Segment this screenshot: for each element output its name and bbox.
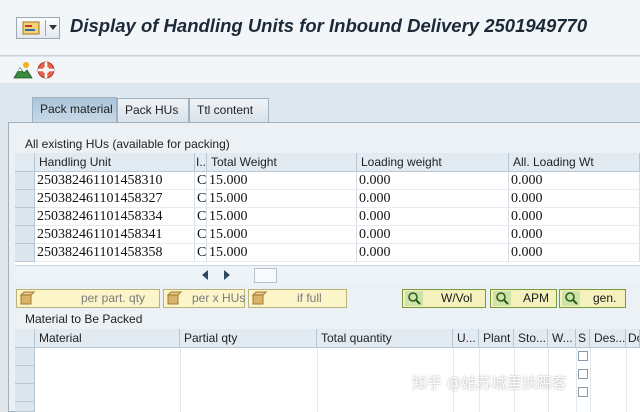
column-header-unit[interactable]: U... [453, 329, 479, 348]
table-cell-total-weight: 15.000 [207, 208, 357, 226]
mountain-icon[interactable] [13, 60, 33, 80]
column-divider [576, 348, 577, 412]
pack-per-part-qty-button[interactable]: per part. qty [16, 289, 160, 308]
table-cell-total-weight: 15.000 [207, 190, 357, 208]
column-header-plant[interactable]: Plant [479, 329, 514, 348]
tab-pack-material[interactable]: Pack material [32, 97, 117, 123]
scroll-right-icon[interactable] [224, 270, 230, 280]
row-selector[interactable] [15, 348, 35, 366]
table-cell-hu[interactable]: 250382461101458327 [35, 190, 195, 208]
lifebuoy-icon[interactable] [36, 60, 56, 80]
scroll-left-icon[interactable] [202, 270, 208, 280]
select-all-column[interactable] [15, 153, 35, 172]
column-header-storage-location[interactable]: Sto... [514, 329, 548, 348]
column-header-handling-unit[interactable]: Handling Unit [35, 153, 195, 172]
row-selector[interactable] [15, 244, 35, 262]
row-selector[interactable] [15, 384, 35, 402]
column-header-material[interactable]: Material [35, 329, 180, 348]
package-icon [251, 291, 268, 305]
magnifier-icon [405, 291, 423, 306]
pack-if-full-button[interactable]: if full [248, 289, 347, 308]
title-bar: Display of Handling Units for Inbound De… [0, 0, 640, 56]
table-cell-allowed-loading-weight: 0.000 [509, 244, 640, 262]
row-selector[interactable] [15, 226, 35, 244]
table-cell-i: C [195, 244, 207, 262]
table-cell-loading-weight: 0.000 [357, 244, 509, 262]
menu-separator [45, 20, 46, 36]
column-divider [317, 348, 318, 412]
row-selector[interactable] [15, 172, 35, 190]
column-divider [180, 348, 181, 412]
chevron-down-icon [49, 25, 57, 30]
system-menu-button[interactable] [16, 17, 60, 39]
table-cell-i: C [195, 208, 207, 226]
pack-gen-button[interactable]: gen. [559, 289, 626, 308]
checkbox[interactable] [578, 369, 588, 379]
material-table: Material Partial qty Total quantity U...… [15, 329, 640, 412]
table-cell-allowed-loading-weight: 0.000 [509, 208, 640, 226]
table-cell-hu[interactable]: 250382461101458334 [35, 208, 195, 226]
table-cell-total-weight: 15.000 [207, 244, 357, 262]
table-cell-hu[interactable]: 250382461101458358 [35, 244, 195, 262]
table-cell-i: C [195, 172, 207, 190]
table-cell-loading-weight: 0.000 [357, 172, 509, 190]
hu-section-title: All existing HUs (available for packing) [25, 137, 230, 151]
tab-pack-hus[interactable]: Pack HUs [117, 98, 189, 122]
column-header-total-quantity[interactable]: Total quantity [317, 329, 453, 348]
table-cell-i: C [195, 190, 207, 208]
table-cell-total-weight: 15.000 [207, 172, 357, 190]
magnifier-icon [493, 291, 511, 306]
table-cell-loading-weight: 0.000 [357, 226, 509, 244]
column-header-do[interactable]: Do [626, 329, 640, 348]
column-header-partial-qty[interactable]: Partial qty [180, 329, 317, 348]
page-title: Display of Handling Units for Inbound De… [70, 15, 588, 36]
row-selector[interactable] [15, 402, 35, 412]
pack-wvol-button[interactable]: W/Vol [402, 289, 486, 308]
checkbox[interactable] [578, 387, 588, 397]
table-cell-allowed-loading-weight: 0.000 [509, 226, 640, 244]
column-header-i[interactable]: I.. [195, 153, 207, 172]
table-cell-hu[interactable]: 250382461101458341 [35, 226, 195, 244]
table-cell-allowed-loading-weight: 0.000 [509, 172, 640, 190]
table-cell-loading-weight: 0.000 [357, 208, 509, 226]
column-header-w[interactable]: W... [548, 329, 576, 348]
tab-ttl-content[interactable]: Ttl content [189, 98, 269, 122]
table-cell-i: C [195, 226, 207, 244]
table-cell-total-weight: 15.000 [207, 226, 357, 244]
horizontal-scrollbar[interactable] [15, 265, 640, 285]
material-section-title: Material to Be Packed [25, 312, 143, 326]
watermark: 知乎 @姑苏城里扶踢客 [412, 374, 567, 392]
table-cell-allowed-loading-weight: 0.000 [509, 190, 640, 208]
column-header-s[interactable]: S [576, 329, 590, 348]
column-header-allowed-loading-weight[interactable]: All. Loading Wt [509, 153, 640, 172]
pack-per-x-hus-button[interactable]: per x HUs [163, 289, 245, 308]
application-toolbar [0, 57, 640, 83]
hu-table: Handling Unit I.. Total Weight Loading w… [15, 153, 640, 265]
select-all-column[interactable] [15, 329, 35, 348]
table-cell-hu[interactable]: 250382461101458310 [35, 172, 195, 190]
column-divider [626, 348, 627, 412]
table-cell-loading-weight: 0.000 [357, 190, 509, 208]
package-icon [19, 291, 36, 305]
row-selector[interactable] [15, 208, 35, 226]
column-header-description[interactable]: Des... [590, 329, 626, 348]
menu-icon [22, 21, 40, 35]
row-selector[interactable] [15, 190, 35, 208]
pack-apm-button[interactable]: APM [490, 289, 557, 308]
magnifier-icon [562, 291, 580, 306]
scroll-thumb[interactable] [254, 268, 277, 283]
package-icon [166, 291, 183, 305]
row-selector[interactable] [15, 366, 35, 384]
checkbox[interactable] [578, 351, 588, 361]
column-divider [590, 348, 591, 412]
column-header-loading-weight[interactable]: Loading weight [357, 153, 509, 172]
column-header-total-weight[interactable]: Total Weight [207, 153, 357, 172]
